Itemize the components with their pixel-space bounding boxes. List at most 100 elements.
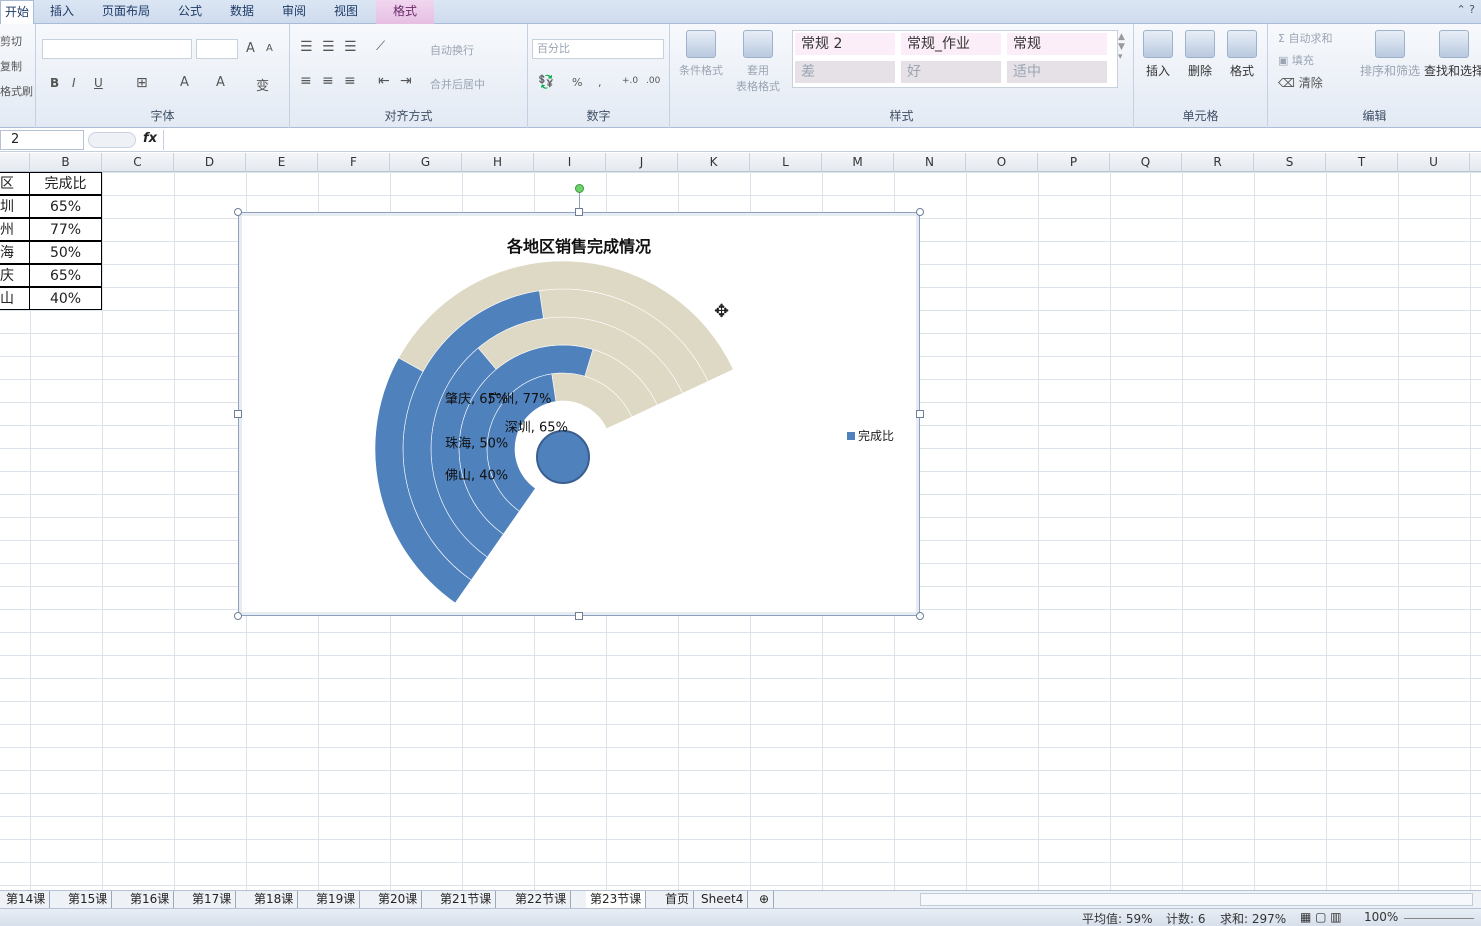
decrease-decimal-button[interactable]: .00 [646, 76, 660, 86]
underline-button[interactable]: U [94, 76, 103, 90]
insert-sheet-icon[interactable]: ⊕ [755, 891, 775, 908]
column-header-r[interactable]: R [1182, 153, 1254, 172]
chart-legend[interactable]: 完成比 [847, 427, 894, 444]
zoom-slider[interactable] [1404, 918, 1474, 919]
bold-button[interactable]: B [50, 76, 59, 90]
column-header-q[interactable]: Q [1110, 153, 1182, 172]
tab-format[interactable]: 格式 [376, 0, 434, 24]
style-bad[interactable]: 差 [795, 61, 895, 83]
sheet-tab[interactable]: 第18课 [250, 891, 299, 908]
shrink-font-button[interactable]: A [266, 43, 273, 54]
autosum-button[interactable]: Σ 自动求和 [1278, 30, 1332, 46]
decrease-indent-icon[interactable]: ⇤ [378, 73, 390, 89]
horizontal-scrollbar[interactable] [920, 893, 1473, 906]
sheet-tab[interactable]: Sheet4 [697, 891, 749, 908]
plot-area[interactable]: 深圳, 65%广州, 77%珠海, 50%肇庆, 65%佛山, 40% [239, 213, 921, 617]
column-header-j[interactable]: J [606, 153, 678, 172]
clear-button[interactable]: ⌫ 清除 [1278, 74, 1323, 91]
grow-font-button[interactable]: A [246, 41, 255, 56]
resize-handle[interactable] [916, 208, 924, 216]
format-cells-button[interactable]: 格式 [1222, 30, 1262, 79]
wrap-text-button[interactable]: 自动换行 [430, 42, 474, 58]
sheet-tab[interactable]: 第22节课 [511, 891, 572, 908]
cut-button[interactable]: 剪切 [0, 33, 22, 49]
phonetic-button[interactable]: 变 [256, 75, 269, 94]
zoom-level[interactable]: 100% [1364, 910, 1398, 924]
rotation-handle[interactable] [575, 184, 584, 193]
cell-ratio[interactable]: 50% [29, 241, 102, 264]
resize-handle[interactable] [575, 612, 583, 620]
chart-area[interactable]: 各地区销售完成情况 深圳, 65% 广州, 77% 珠海, 50% 肇庆, 65% 佛山… [238, 212, 920, 616]
tab-view[interactable]: 视图 [322, 0, 370, 24]
column-header-h[interactable]: H [462, 153, 534, 172]
conditional-format-button[interactable]: 条件格式 [676, 30, 726, 78]
font-color-button[interactable]: A [216, 75, 225, 90]
cell-region[interactable]: 圳 [0, 195, 30, 218]
column-header-f[interactable]: F [318, 153, 390, 172]
copy-button[interactable]: 复制 [0, 58, 22, 74]
sheet-tab[interactable]: 首页 [661, 891, 695, 908]
cell-ratio[interactable]: 77% [29, 218, 102, 241]
insert-cells-button[interactable]: 插入 [1138, 30, 1178, 79]
header-cell-region[interactable]: 区 [0, 172, 30, 195]
cell-region[interactable]: 山 [0, 287, 30, 310]
merge-center-button[interactable]: 合并后居中 [430, 76, 485, 92]
sheet-tab[interactable]: 第16课 [126, 891, 175, 908]
font-size-select[interactable] [196, 39, 238, 59]
column-header-t[interactable]: T [1326, 153, 1398, 172]
align-left-icon[interactable]: ≡ [300, 73, 312, 89]
tab-home[interactable]: 开始 [0, 0, 34, 25]
resize-handle[interactable] [234, 208, 242, 216]
cell-ratio[interactable]: 40% [29, 287, 102, 310]
comma-button[interactable]: , [598, 76, 602, 89]
column-header-g[interactable]: G [390, 153, 462, 172]
format-painter-button[interactable]: 格式刷 [0, 83, 33, 99]
number-format-select[interactable]: 百分比 [532, 39, 664, 59]
percent-button[interactable]: % [572, 76, 582, 89]
align-top-icon[interactable]: ☰ [300, 39, 313, 55]
currency-icon[interactable]: 💱 [538, 75, 554, 90]
increase-decimal-button[interactable]: +.0 [622, 76, 638, 86]
find-select-button[interactable]: 查找和选择 [1422, 30, 1481, 79]
align-middle-icon[interactable]: ☰ [322, 39, 335, 55]
column-header-s[interactable]: S [1254, 153, 1326, 172]
tab-insert[interactable]: 插入 [40, 0, 84, 24]
orientation-icon[interactable]: ⟋ [376, 39, 385, 54]
resize-handle[interactable] [575, 208, 583, 216]
data-label-2[interactable]: 珠海, 50% [445, 436, 508, 451]
cell-region[interactable]: 州 [0, 218, 30, 241]
column-header-d[interactable]: D [174, 153, 246, 172]
column-header-l[interactable]: L [750, 153, 822, 172]
style-good[interactable]: 好 [901, 61, 1001, 83]
sort-filter-button[interactable]: 排序和筛选 [1358, 30, 1422, 79]
header-cell-ratio[interactable]: 完成比 [29, 172, 102, 195]
style-normal-homework[interactable]: 常规_作业 [901, 33, 1001, 55]
center-circle[interactable] [536, 430, 590, 484]
style-neutral[interactable]: 适中 [1007, 61, 1107, 83]
border-icon[interactable]: ⊞ [136, 75, 148, 91]
sheet-tab[interactable]: 第17课 [188, 891, 237, 908]
resize-handle[interactable] [234, 410, 242, 418]
align-center-icon[interactable]: ≡ [322, 73, 334, 89]
sheet-tab[interactable]: 第19课 [312, 891, 361, 908]
delete-cells-button[interactable]: 删除 [1180, 30, 1220, 79]
cell-region[interactable]: 庆 [0, 264, 30, 287]
name-box[interactable]: 2 [0, 130, 84, 150]
italic-button[interactable]: I [72, 76, 76, 90]
column-header-partial[interactable] [0, 153, 30, 172]
sheet-tab[interactable]: 第20课 [374, 891, 423, 908]
data-label-3[interactable]: 肇庆, 65% [445, 392, 508, 407]
fill-color-button[interactable]: A [180, 75, 189, 90]
sheet-tab[interactable]: 第14课 [2, 891, 51, 908]
resize-handle[interactable] [916, 410, 924, 418]
column-header-u[interactable]: U [1398, 153, 1470, 172]
style-normal[interactable]: 常规 [1007, 33, 1107, 55]
style-normal-2[interactable]: 常规 2 [795, 33, 895, 55]
sheet-tab[interactable]: 第15课 [64, 891, 113, 908]
tab-formulas[interactable]: 公式 [166, 0, 214, 24]
resize-handle[interactable] [234, 612, 242, 620]
data-label-4[interactable]: 佛山, 40% [445, 469, 508, 484]
sheet-tab[interactable]: 第21节课 [436, 891, 497, 908]
cell-ratio[interactable]: 65% [29, 195, 102, 218]
cell-ratio[interactable]: 65% [29, 264, 102, 287]
